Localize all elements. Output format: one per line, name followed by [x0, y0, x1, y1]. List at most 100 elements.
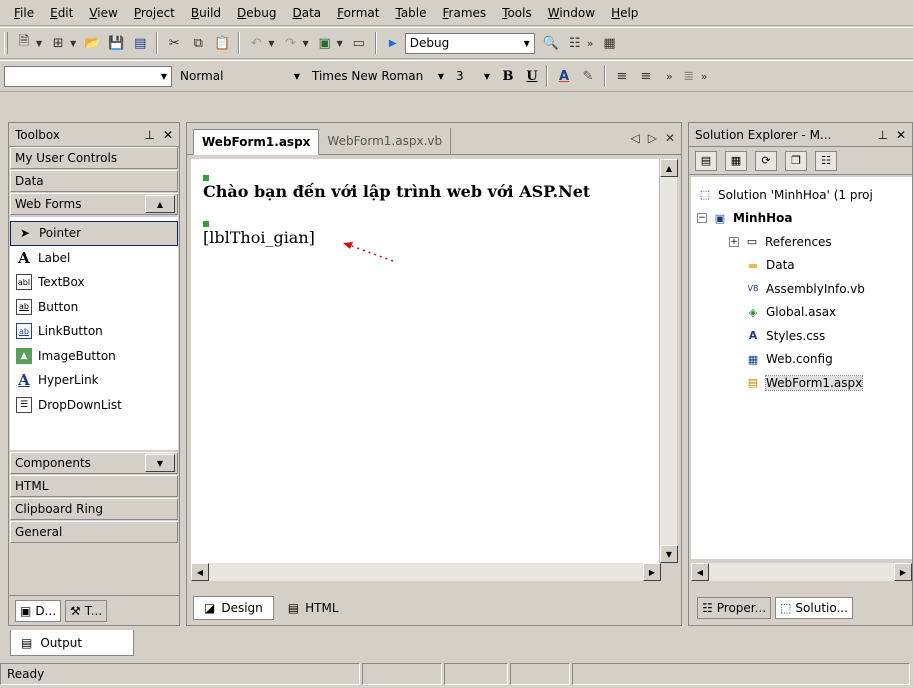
scroll-down-icon[interactable]: ▼ [660, 545, 678, 563]
font-name-combo[interactable]: Times New Roman ▼ [308, 65, 448, 87]
page-heading-text[interactable]: Chào bạn đến với lập trình web với ASP.N… [203, 182, 661, 201]
dropdown-arrow-icon[interactable]: ▼ [268, 39, 274, 48]
menu-data[interactable]: Data [285, 3, 330, 23]
horizontal-scrollbar[interactable]: ◀ ▶ [191, 563, 661, 581]
toolbox-category-clipboard-ring[interactable]: Clipboard Ring [10, 498, 178, 520]
pin-icon[interactable]: ⊥ [144, 128, 154, 142]
close-document-icon[interactable]: ✕ [665, 131, 675, 145]
show-all-files-icon[interactable]: ❐ [785, 150, 807, 171]
dropdown-arrow-icon[interactable]: ▼ [302, 39, 308, 48]
scroll-up-icon[interactable]: ▲ [660, 159, 678, 177]
toolbar-overflow-icon[interactable]: » [587, 37, 594, 50]
design-surface[interactable]: Chào bạn đến với lập trình web với ASP.N… [191, 159, 661, 563]
menu-help[interactable]: Help [603, 3, 646, 23]
tree-node-webform1-aspx[interactable]: ▤ WebForm1.aspx [691, 371, 912, 395]
menu-view[interactable]: View [81, 3, 125, 23]
horizontal-scrollbar[interactable]: ◀ ▶ [691, 563, 912, 581]
bold-button[interactable]: B [498, 69, 518, 84]
dropdown-arrow-icon[interactable]: ▼ [36, 39, 42, 48]
scroll-left-icon[interactable]: ◀ [191, 563, 209, 581]
menu-tools[interactable]: Tools [494, 3, 540, 23]
toolbox-icon[interactable]: ▦ [599, 32, 621, 54]
vertical-scrollbar[interactable]: ▲ ▼ [659, 159, 678, 563]
menu-format[interactable]: Format [329, 3, 387, 23]
tab-solution-explorer[interactable]: ⬚ Solutio... [775, 597, 853, 619]
scroll-tabs-left-icon[interactable]: ◁ [630, 131, 639, 145]
align-left-icon[interactable]: ≡ [611, 65, 633, 87]
underline-button[interactable]: U [522, 69, 542, 84]
toolbox-item-button[interactable]: ab Button [10, 295, 178, 320]
tree-node-global-asax[interactable]: ◈ Global.asax [691, 301, 912, 325]
toolbox-category-general[interactable]: General [10, 521, 178, 543]
navigate-forward-icon[interactable]: ▭ [348, 32, 370, 54]
tree-node-styles-css[interactable]: A Styles.css [691, 324, 912, 348]
tab-design-view[interactable]: ◪ Design [193, 596, 274, 620]
undo-icon[interactable]: ↶ [245, 32, 267, 54]
find-in-files-icon[interactable]: 🔍 [540, 32, 562, 54]
dropdown-arrow-icon[interactable]: ▼ [337, 39, 343, 48]
menu-table[interactable]: Table [387, 3, 434, 23]
toolbox-item-textbox[interactable]: abl TextBox [10, 270, 178, 295]
menu-window[interactable]: Window [540, 3, 603, 23]
toolbox-item-imagebutton[interactable]: ▲ ImageButton [10, 344, 178, 369]
dropdown-arrow-icon[interactable]: ▼ [70, 39, 76, 48]
scroll-down-icon[interactable]: ▼ [145, 454, 175, 472]
toolbox-category-data[interactable]: Data [10, 170, 178, 192]
properties-icon[interactable]: ☷ [815, 150, 837, 171]
view-designer-icon[interactable]: ▦ [725, 150, 747, 171]
menu-project[interactable]: Project [126, 3, 183, 23]
open-folder-icon[interactable]: 📂 [81, 32, 103, 54]
toolbox-item-hyperlink[interactable]: A HyperLink [10, 368, 178, 393]
add-item-icon[interactable]: ⊞ [47, 32, 69, 54]
toolbar-grip[interactable] [4, 32, 8, 54]
toolbox-category-web-forms[interactable]: Web Forms ▲ [10, 193, 178, 215]
tree-node-solution[interactable]: ⬚ Solution 'MinhHoa' (1 proj [691, 183, 912, 207]
pin-icon[interactable]: ⊥ [877, 128, 887, 142]
solution-config-combo[interactable]: Debug ▼ [404, 32, 535, 54]
tree-node-references[interactable]: + ▭ References [691, 230, 912, 254]
save-all-icon[interactable]: ▤ [129, 32, 151, 54]
toolbox-item-label[interactable]: A Label [10, 246, 178, 271]
tab-data-sources[interactable]: ▣ D... [15, 599, 62, 622]
font-color-icon[interactable]: A [553, 65, 575, 87]
toolbox-category-html[interactable]: HTML [10, 475, 178, 497]
tab-webform1-aspx-vb[interactable]: WebForm1.aspx.vb [319, 128, 452, 154]
tab-output[interactable]: ▤ Output [10, 630, 134, 656]
tree-node-assemblyinfo[interactable]: VB AssemblyInfo.vb [691, 277, 912, 301]
menu-debug[interactable]: Debug [229, 3, 284, 23]
save-icon[interactable]: 💾 [105, 32, 127, 54]
start-debug-icon[interactable]: ▶ [382, 32, 404, 54]
font-size-combo[interactable]: 3 ▼ [452, 65, 494, 87]
toolbox-category-my-user-controls[interactable]: My User Controls [10, 147, 178, 169]
paste-icon[interactable]: 📋 [211, 32, 233, 54]
scroll-right-icon[interactable]: ▶ [894, 563, 912, 581]
scroll-left-icon[interactable]: ◀ [691, 563, 709, 581]
navigate-icon[interactable]: ▣ [314, 32, 336, 54]
expand-icon[interactable]: + [729, 236, 739, 247]
collapse-icon[interactable]: − [697, 213, 707, 224]
toolbar-overflow-icon[interactable]: » [666, 70, 673, 83]
view-code-icon[interactable]: ▤ [695, 150, 717, 171]
label-control[interactable]: [lblThoi_gian] [203, 228, 315, 247]
menu-build[interactable]: Build [183, 3, 229, 23]
block-format-combo[interactable]: Normal ▼ [176, 65, 304, 87]
tree-node-data[interactable]: ▬ Data [691, 254, 912, 278]
tab-webform1-aspx[interactable]: WebForm1.aspx [193, 129, 320, 155]
toolbox-item-pointer[interactable]: ➤ Pointer [10, 221, 178, 246]
menu-edit[interactable]: Edit [42, 3, 81, 23]
style-combo[interactable]: ▼ [4, 65, 172, 87]
close-icon[interactable]: ✕ [896, 128, 906, 142]
tab-toolbox[interactable]: ⚒ T... [65, 599, 108, 622]
highlight-icon[interactable]: ✎ [577, 65, 599, 87]
refresh-icon[interactable]: ⟳ [755, 150, 777, 171]
cut-icon[interactable]: ✂ [163, 32, 185, 54]
scroll-tabs-right-icon[interactable]: ▷ [648, 131, 657, 145]
toolbox-item-dropdownlist[interactable]: ☰ DropDownList [10, 393, 178, 418]
copy-icon[interactable]: ⧉ [187, 32, 209, 54]
tab-html-view[interactable]: ▤ HTML [278, 596, 349, 620]
scroll-right-icon[interactable]: ▶ [643, 563, 661, 581]
new-project-icon[interactable]: 🗎 [13, 32, 35, 54]
menu-frames[interactable]: Frames [435, 3, 495, 23]
list-icon[interactable]: ≣ [678, 65, 700, 87]
tab-properties[interactable]: ☷ Proper... [697, 597, 772, 619]
